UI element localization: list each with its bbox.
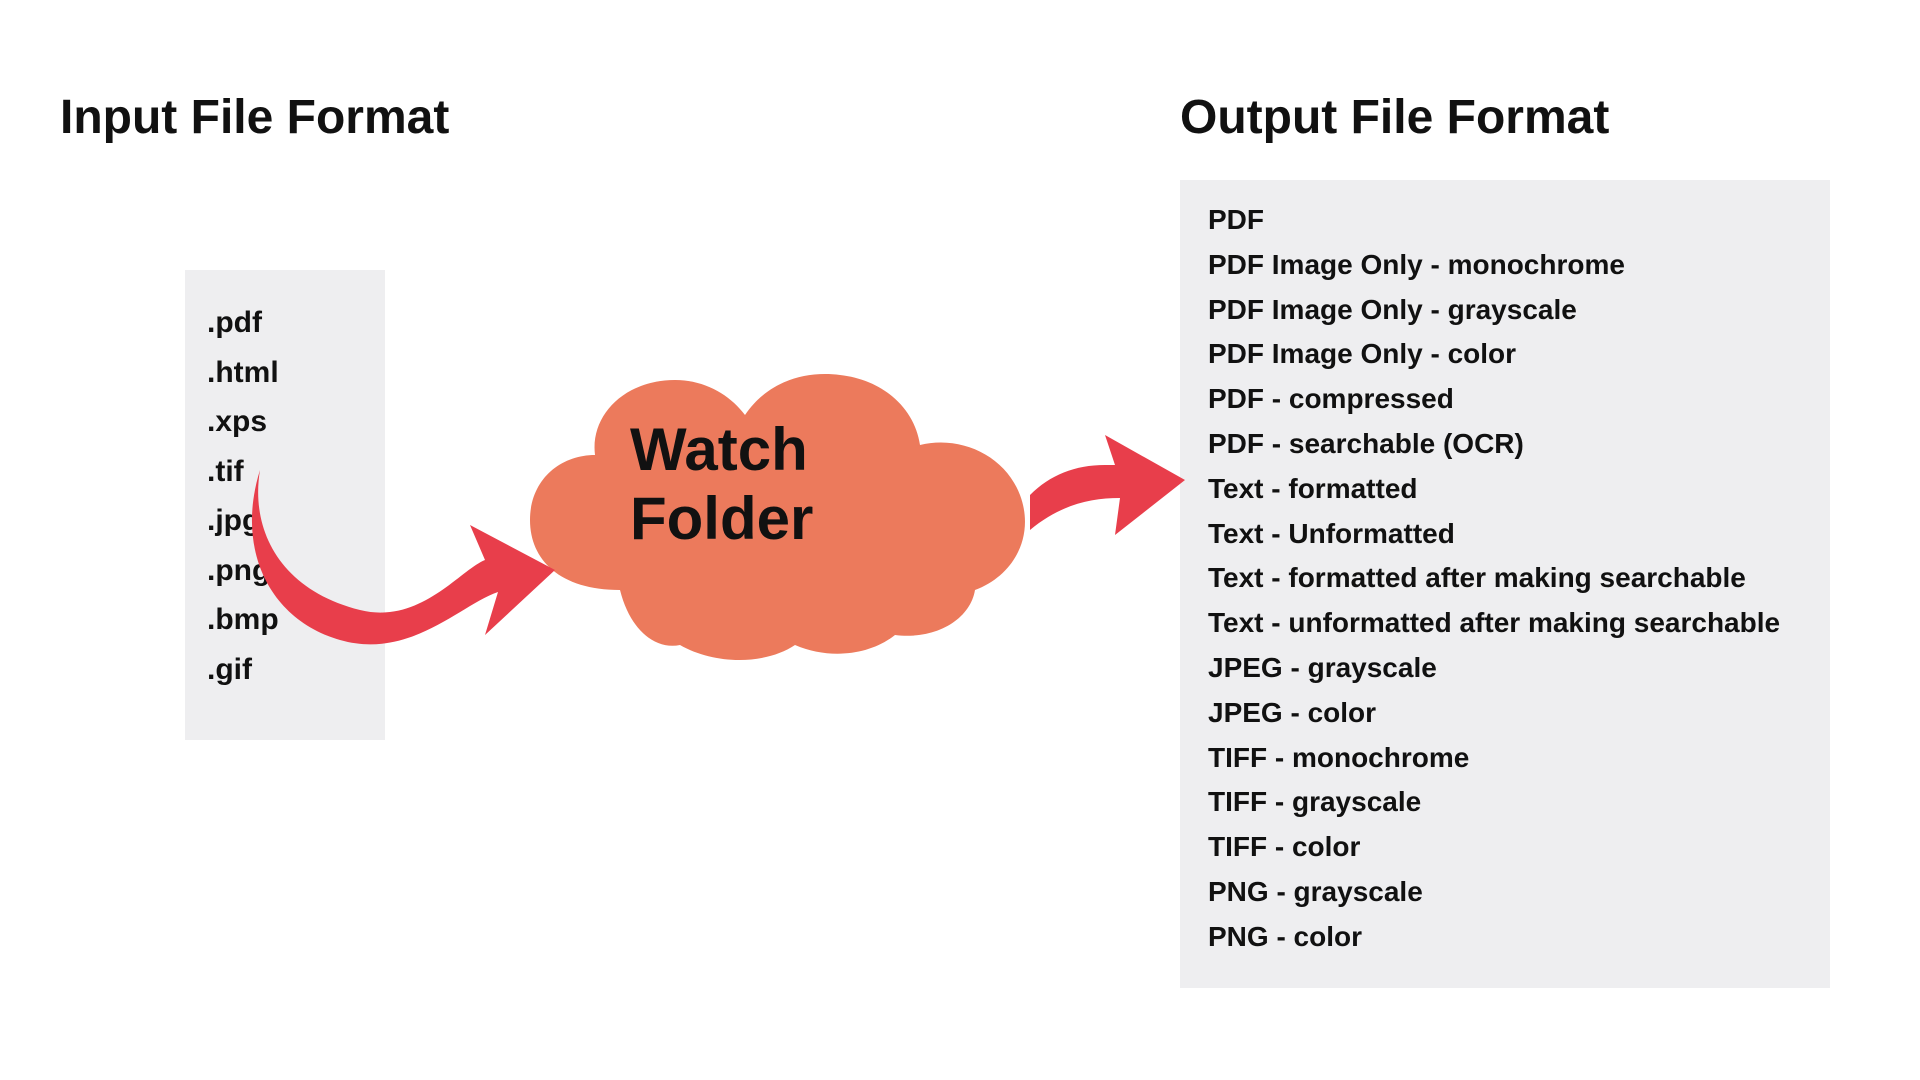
output-format-item: JPEG - grayscale [1208,646,1802,691]
watch-folder-label: Watch Folder [630,415,950,553]
output-format-heading: Output File Format [1180,90,1609,145]
output-format-item: Text - formatted [1208,467,1802,512]
output-format-item: Text - unformatted after making searchab… [1208,601,1802,646]
input-format-item: .html [207,348,363,398]
output-format-item: PDF [1208,198,1802,243]
input-format-item: .xps [207,397,363,447]
output-format-item: TIFF - monochrome [1208,736,1802,781]
watch-folder-line2: Folder [630,485,813,552]
watch-folder-line1: Watch [630,416,808,483]
output-format-item: Text - formatted after making searchable [1208,556,1802,601]
output-format-item: PNG - color [1208,915,1802,960]
output-format-item: Text - Unformatted [1208,512,1802,557]
arrow-input-to-cloud-icon [240,460,560,680]
output-format-item: JPEG - color [1208,691,1802,736]
output-formats-panel: PDF PDF Image Only - monochrome PDF Imag… [1180,180,1830,988]
output-format-item: PNG - grayscale [1208,870,1802,915]
output-format-item: PDF - searchable (OCR) [1208,422,1802,467]
output-format-item: PDF - compressed [1208,377,1802,422]
output-format-item: PDF Image Only - monochrome [1208,243,1802,288]
input-format-heading: Input File Format [60,90,449,145]
output-format-item: PDF Image Only - grayscale [1208,288,1802,333]
output-format-item: TIFF - grayscale [1208,780,1802,825]
arrow-cloud-to-output-icon [1020,420,1190,540]
input-format-item: .pdf [207,298,363,348]
output-format-item: PDF Image Only - color [1208,332,1802,377]
output-format-item: TIFF - color [1208,825,1802,870]
